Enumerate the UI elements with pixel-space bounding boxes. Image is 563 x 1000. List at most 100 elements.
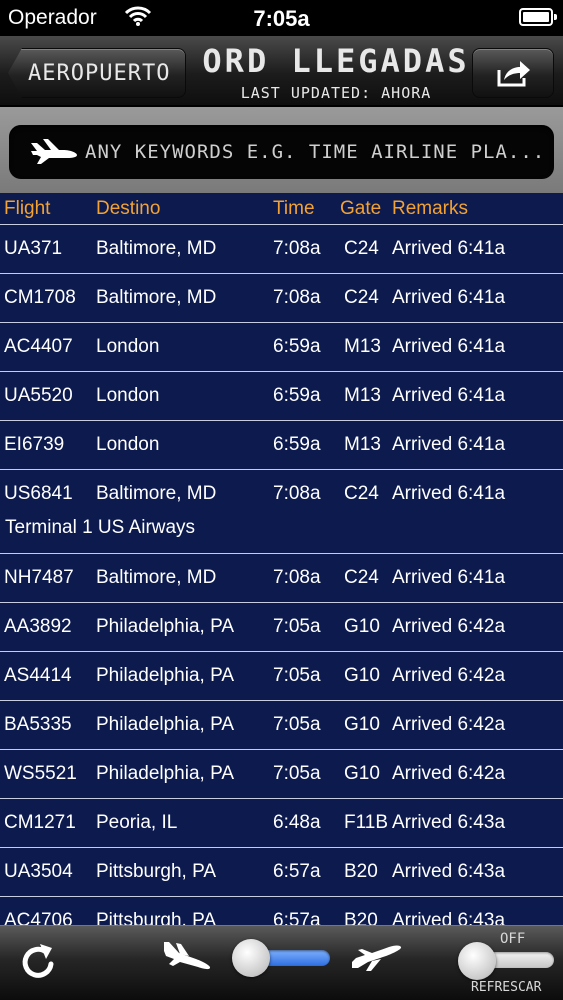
refresh-button[interactable] <box>16 940 60 984</box>
scheduled-time: 7:05a <box>273 763 321 784</box>
gate: C24 <box>344 483 379 504</box>
table-row[interactable]: AA3892 Philadelphia, PA 7:05a G10 Arrived 6:… <box>0 603 563 652</box>
auto-refresh-toggle[interactable] <box>458 942 556 980</box>
scheduled-time: 7:08a <box>273 567 321 588</box>
table-row[interactable]: AC4407 London 6:59a M13 Arrived 6:41a <box>0 323 563 372</box>
gate: G10 <box>344 665 380 686</box>
scheduled-time: 7:05a <box>273 714 321 735</box>
table-row[interactable]: US6841 Baltimore, MD 7:08a C24 Arrived 6:41a… <box>0 470 563 554</box>
scheduled-time: 6:57a <box>273 861 321 882</box>
search-input[interactable] <box>85 135 545 169</box>
remarks: Arrived 6:41a <box>392 336 506 357</box>
destination: Philadelphia, PA <box>96 616 235 637</box>
remarks: Arrived 6:43a <box>392 861 506 882</box>
page-title: ORD LLEGADAS <box>202 42 470 80</box>
header-gate: Gate <box>340 198 382 219</box>
table-row[interactable]: CM1708 Baltimore, MD 7:08a C24 Arrived 6:41a <box>0 274 563 323</box>
header-time: Time <box>273 198 315 219</box>
remarks: Arrived 6:41a <box>392 567 506 588</box>
destination: Pittsburgh, PA <box>96 861 217 882</box>
destination: Philadelphia, PA <box>96 665 235 686</box>
row-detail: Terminal 1 US Airways <box>5 517 196 538</box>
nav-bar: AEROPUERTO ORD LLEGADAS LAST UPDATED: AH… <box>0 36 563 106</box>
destination: London <box>96 434 160 455</box>
table-body: UA371 Baltimore, MD 7:08a C24 Arrived 6:41a C… <box>0 225 563 925</box>
arrivals-departures-slider[interactable] <box>232 939 330 977</box>
destination: Baltimore, MD <box>96 287 217 308</box>
table-row[interactable]: AC4706 Pittsburgh, PA 6:57a B20 Arrived 6:43… <box>0 897 563 925</box>
remarks: Arrived 6:42a <box>392 665 506 686</box>
table-row[interactable]: NH7487 Baltimore, MD 7:08a C24 Arrived 6:41a <box>0 554 563 603</box>
destination: London <box>96 336 160 357</box>
scheduled-time: 6:59a <box>273 336 321 357</box>
destination: Baltimore, MD <box>96 567 217 588</box>
table-row[interactable]: WS5521 Philadelphia, PA 7:05a G10 Arrived 6:… <box>0 750 563 799</box>
airplane-icon <box>31 139 77 164</box>
search-box[interactable] <box>9 125 554 179</box>
gate: G10 <box>344 616 380 637</box>
flight-number: UA3504 <box>4 861 73 882</box>
destination: Peoria, IL <box>96 812 178 833</box>
destination: Pittsburgh, PA <box>96 910 217 925</box>
table-row[interactable]: EI6739 London 6:59a M13 Arrived 6:41a <box>0 421 563 470</box>
table-row[interactable]: AS4414 Philadelphia, PA 7:05a G10 Arrived 6:… <box>0 652 563 701</box>
destination: London <box>96 385 160 406</box>
gate: G10 <box>344 763 380 784</box>
table-row[interactable]: CM1271 Peoria, IL 6:48a F11B Arrived 6:43a <box>0 799 563 848</box>
remarks: Arrived 6:41a <box>392 287 506 308</box>
flight-number: BA5335 <box>4 714 72 735</box>
flight-number: WS5521 <box>4 763 77 784</box>
arrivals-plane-icon[interactable] <box>160 940 214 974</box>
flight-number: CM1271 <box>4 812 76 833</box>
remarks: Arrived 6:41a <box>392 238 506 259</box>
share-button[interactable] <box>472 48 554 98</box>
flight-number: AC4706 <box>4 910 73 925</box>
remarks: Arrived 6:41a <box>392 385 506 406</box>
header-remarks: Remarks <box>392 198 469 219</box>
flight-number: UA5520 <box>4 385 73 406</box>
refresh-toggle-label: REFRESCAR <box>471 980 542 995</box>
scheduled-time: 7:08a <box>273 287 321 308</box>
gate: B20 <box>344 910 378 925</box>
table-row[interactable]: UA371 Baltimore, MD 7:08a C24 Arrived 6:41a <box>0 225 563 274</box>
back-button[interactable]: AEROPUERTO <box>8 48 186 98</box>
search-area <box>0 107 563 193</box>
refresh-icon <box>22 944 54 978</box>
remarks: Arrived 6:41a <box>392 434 506 455</box>
destination: Baltimore, MD <box>96 483 217 504</box>
remarks: Arrived 6:42a <box>392 763 506 784</box>
gate: F11B <box>344 812 389 833</box>
scheduled-time: 7:08a <box>273 483 321 504</box>
slider-thumb[interactable] <box>232 939 270 977</box>
gate: M13 <box>344 434 381 455</box>
toggle-thumb[interactable] <box>458 942 496 980</box>
scheduled-time: 6:59a <box>273 385 321 406</box>
gate: C24 <box>344 567 379 588</box>
remarks: Arrived 6:43a <box>392 910 506 925</box>
gate: B20 <box>344 861 378 882</box>
remarks: Arrived 6:43a <box>392 812 506 833</box>
gate: C24 <box>344 287 379 308</box>
flight-number: US6841 <box>4 483 73 504</box>
flight-number: AA3892 <box>4 616 72 637</box>
remarks: Arrived 6:42a <box>392 714 506 735</box>
table-row[interactable]: UA5520 London 6:59a M13 Arrived 6:41a <box>0 372 563 421</box>
remarks: Arrived 6:42a <box>392 616 506 637</box>
table-row[interactable]: BA5335 Philadelphia, PA 7:05a G10 Arrived 6:… <box>0 701 563 750</box>
back-button-label: AEROPUERTO <box>28 61 171 86</box>
remarks: Arrived 6:41a <box>392 483 506 504</box>
share-icon <box>497 61 530 87</box>
departures-plane-icon[interactable] <box>350 940 404 974</box>
toolbar: OFF REFRESCAR <box>0 925 563 1000</box>
gate: M13 <box>344 336 381 357</box>
header-destino: Destino <box>96 198 161 219</box>
scheduled-time: 7:05a <box>273 665 321 686</box>
table-header: Flight Destino Time Gate Remarks <box>0 193 563 225</box>
status-bar: Operador 7:05a <box>0 0 563 36</box>
table-row[interactable]: UA3504 Pittsburgh, PA 6:57a B20 Arrived 6:43… <box>0 848 563 897</box>
gate: M13 <box>344 385 381 406</box>
flight-number: UA371 <box>4 238 63 259</box>
scheduled-time: 6:57a <box>273 910 321 925</box>
scheduled-time: 7:08a <box>273 238 321 259</box>
scheduled-time: 6:59a <box>273 434 321 455</box>
